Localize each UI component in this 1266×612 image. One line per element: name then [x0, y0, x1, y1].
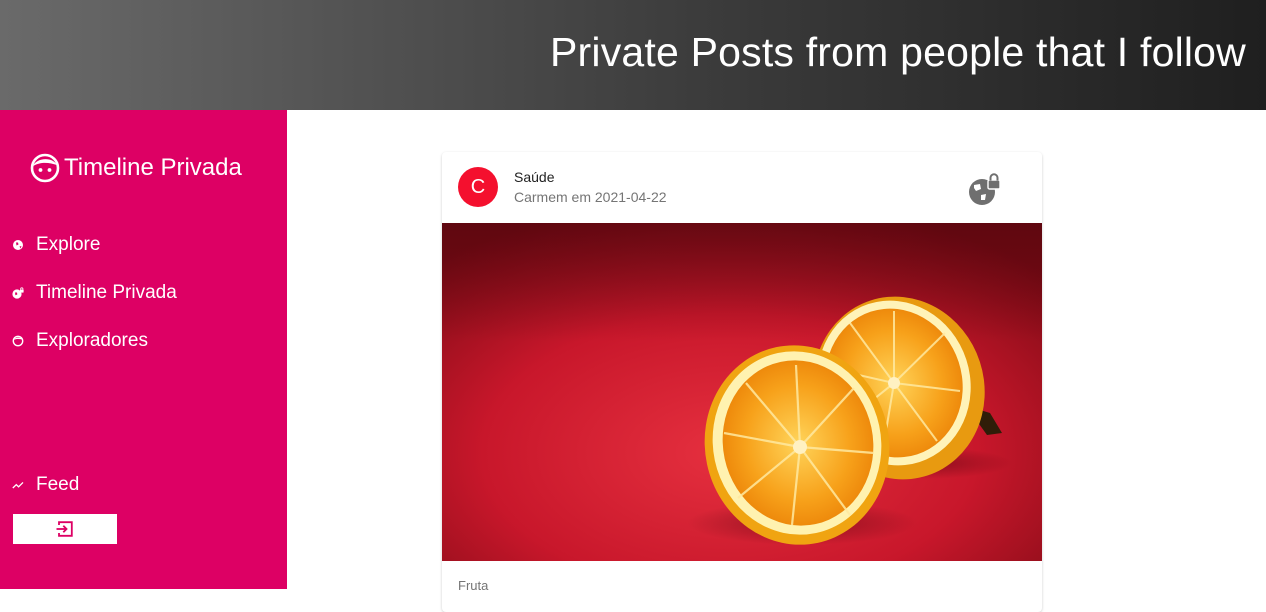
post-card: C Saúde Carmem em 2021-04-22 Fruta: [442, 152, 1042, 612]
logout-button[interactable]: [13, 514, 117, 544]
sidebar: Timeline Privada Explore Timeline Privad…: [0, 110, 287, 589]
sidebar-item-label: Feed: [36, 474, 80, 495]
globe-icon: [13, 240, 23, 250]
sidebar-item-label: Timeline Privada: [36, 282, 177, 303]
avatar[interactable]: C: [458, 167, 498, 207]
post-image: [442, 223, 1042, 561]
exit-to-app-icon: [56, 521, 73, 537]
page-title: Private Posts from people that I follow: [549, 29, 1246, 75]
sidebar-item-timeline-privada[interactable]: Timeline Privada: [12, 278, 177, 308]
post-photo: [442, 223, 1042, 561]
trending-up-icon: [12, 481, 24, 489]
sidebar-item-exploradores[interactable]: Exploradores: [12, 326, 148, 356]
sidebar-item-feed[interactable]: Feed: [12, 470, 79, 500]
sidebar-brand[interactable]: Timeline Privada: [30, 152, 242, 184]
sidebar-item-label: Explore: [36, 234, 101, 255]
sidebar-item-label: Exploradores: [36, 330, 148, 351]
post-body: Fruta: [458, 578, 489, 593]
brand-label: Timeline Privada: [64, 154, 242, 181]
face-icon: [30, 153, 60, 183]
public-lock-icon: [969, 173, 1001, 205]
face-icon: [12, 335, 24, 347]
sidebar-item-explore[interactable]: Explore: [12, 230, 100, 260]
public-lock-icon: [12, 287, 24, 299]
post-privacy-button[interactable]: [966, 171, 1004, 209]
post-title: Saúde: [514, 169, 555, 185]
app-header: Private Posts from people that I follow: [0, 0, 1266, 110]
post-subtitle: Carmem em 2021-04-22: [514, 189, 667, 205]
post-header: C Saúde Carmem em 2021-04-22: [442, 152, 1042, 222]
